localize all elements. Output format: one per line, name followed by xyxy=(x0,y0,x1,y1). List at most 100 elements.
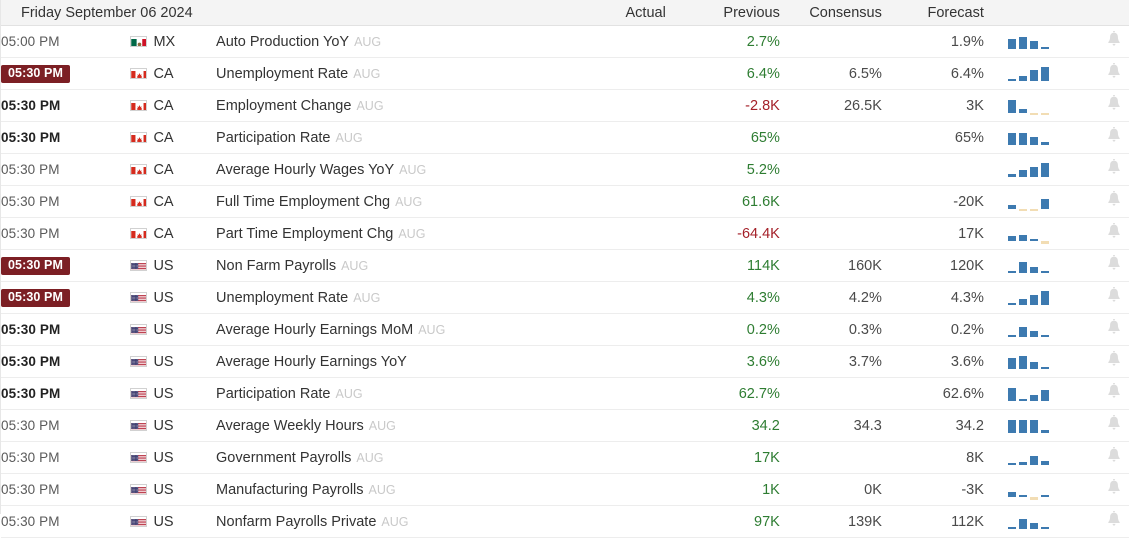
calendar-event-row[interactable]: 05:30 PM US Average Hourly Earnings YoY 3.6… xyxy=(1,345,1129,378)
bell-icon[interactable] xyxy=(1107,287,1121,303)
calendar-event-row[interactable]: 05:30 PM CA Participation Rate AUG 65% 65% xyxy=(1,121,1129,154)
bell-icon[interactable] xyxy=(1107,159,1121,175)
event-previous[interactable]: 5.2% xyxy=(687,153,790,186)
event-country-cell[interactable]: US xyxy=(130,505,217,538)
event-chart-cell[interactable] xyxy=(993,473,1099,506)
calendar-event-row[interactable]: 05:30 PM CA Part Time Employment Chg AUG -64… xyxy=(1,217,1129,250)
event-alert-cell[interactable] xyxy=(1098,377,1129,410)
event-alert-cell[interactable] xyxy=(1098,249,1129,282)
event-chart-cell[interactable] xyxy=(993,377,1099,410)
calendar-event-row[interactable]: 05:30 PM US Nonfarm Payrolls Private AUG 97K… xyxy=(1,505,1129,538)
event-name-cell[interactable]: Nonfarm Payrolls Private AUG xyxy=(216,505,590,538)
event-name-cell[interactable]: Unemployment Rate AUG xyxy=(216,57,590,90)
event-chart-cell[interactable] xyxy=(993,185,1099,218)
column-header-actual[interactable]: Actual xyxy=(589,0,688,26)
event-chart-cell[interactable] xyxy=(993,217,1099,250)
event-previous[interactable]: 34.2 xyxy=(687,409,790,442)
event-name-cell[interactable]: Participation Rate AUG xyxy=(216,377,590,410)
calendar-event-row[interactable]: 05:30 PM US Participation Rate AUG 62.7% 62.6… xyxy=(1,377,1129,410)
event-country-cell[interactable]: CA xyxy=(130,121,217,154)
calendar-event-row[interactable]: 05:30 PM US Average Weekly Hours AUG 34.2 34.… xyxy=(1,409,1129,442)
event-alert-cell[interactable] xyxy=(1098,505,1129,538)
event-previous[interactable]: -64.4K xyxy=(687,217,790,250)
event-alert-cell[interactable] xyxy=(1098,121,1129,154)
event-chart-cell[interactable] xyxy=(993,89,1099,122)
event-previous[interactable]: 0.2% xyxy=(687,313,790,346)
bell-icon[interactable] xyxy=(1107,95,1121,111)
bell-icon[interactable] xyxy=(1107,383,1121,399)
event-chart-cell[interactable] xyxy=(993,345,1099,378)
event-country-cell[interactable]: CA xyxy=(130,89,217,122)
event-previous[interactable]: 3.6% xyxy=(687,345,790,378)
calendar-event-row[interactable]: 05:30 PM CA Employment Change AUG -2.8K 26.5K… xyxy=(1,89,1129,122)
event-name-cell[interactable]: Non Farm Payrolls AUG xyxy=(216,249,590,282)
bell-icon[interactable] xyxy=(1107,191,1121,207)
event-previous[interactable]: 97K xyxy=(687,505,790,538)
event-previous[interactable]: 4.3% xyxy=(687,281,790,314)
column-header-previous[interactable]: Previous xyxy=(687,0,790,26)
bell-icon[interactable] xyxy=(1107,127,1121,143)
event-name-cell[interactable]: Average Weekly Hours AUG xyxy=(216,409,590,442)
event-name-cell[interactable]: Unemployment Rate AUG xyxy=(216,281,590,314)
calendar-event-row[interactable]: 05:00 PM MX Auto Production YoY AUG 2.7% 1.9% xyxy=(1,25,1129,58)
event-name-cell[interactable]: Full Time Employment Chg AUG xyxy=(216,185,590,218)
event-country-cell[interactable]: CA xyxy=(130,57,217,90)
event-chart-cell[interactable] xyxy=(993,313,1099,346)
event-chart-cell[interactable] xyxy=(993,121,1099,154)
event-alert-cell[interactable] xyxy=(1098,281,1129,314)
event-name-cell[interactable]: Employment Change AUG xyxy=(216,89,590,122)
column-header-forecast[interactable]: Forecast xyxy=(891,0,994,26)
event-country-cell[interactable]: MX xyxy=(130,25,217,58)
event-chart-cell[interactable] xyxy=(993,441,1099,474)
event-name-cell[interactable]: Participation Rate AUG xyxy=(216,121,590,154)
event-country-cell[interactable]: CA xyxy=(130,153,217,186)
event-chart-cell[interactable] xyxy=(993,249,1099,282)
bell-icon[interactable] xyxy=(1107,351,1121,367)
event-country-cell[interactable]: US xyxy=(130,441,217,474)
event-alert-cell[interactable] xyxy=(1098,313,1129,346)
event-previous[interactable]: 1K xyxy=(687,473,790,506)
calendar-event-row[interactable]: 05:30 PM US Average Hourly Earnings MoM AUG… xyxy=(1,313,1129,346)
calendar-event-row[interactable]: 05:30 PM US Non Farm Payrolls AUG 114K 160K 12… xyxy=(1,249,1129,282)
event-country-cell[interactable]: US xyxy=(130,249,217,282)
calendar-event-row[interactable]: 05:30 PM CA Unemployment Rate AUG 6.4% 6.5% 6.… xyxy=(1,57,1129,90)
bell-icon[interactable] xyxy=(1107,223,1121,239)
event-previous[interactable]: 17K xyxy=(687,441,790,474)
event-previous[interactable]: 62.7% xyxy=(687,377,790,410)
bell-icon[interactable] xyxy=(1107,447,1121,463)
event-country-cell[interactable]: CA xyxy=(130,185,217,218)
event-name-cell[interactable]: Average Hourly Wages YoY AUG xyxy=(216,153,590,186)
bell-icon[interactable] xyxy=(1107,511,1121,527)
event-name-cell[interactable]: Auto Production YoY AUG xyxy=(216,25,590,58)
event-alert-cell[interactable] xyxy=(1098,409,1129,442)
calendar-event-row[interactable]: 05:30 PM US Manufacturing Payrolls AUG 1K 0K -… xyxy=(1,473,1129,506)
column-header-consensus[interactable]: Consensus xyxy=(789,0,892,26)
event-name-cell[interactable]: Government Payrolls AUG xyxy=(216,441,590,474)
event-chart-cell[interactable] xyxy=(993,153,1099,186)
event-country-cell[interactable]: US xyxy=(130,313,217,346)
event-chart-cell[interactable] xyxy=(993,25,1099,58)
event-previous[interactable]: 61.6K xyxy=(687,185,790,218)
event-alert-cell[interactable] xyxy=(1098,217,1129,250)
event-country-cell[interactable]: US xyxy=(130,473,217,506)
event-previous[interactable]: 2.7% xyxy=(687,25,790,58)
event-chart-cell[interactable] xyxy=(993,57,1099,90)
event-alert-cell[interactable] xyxy=(1098,89,1129,122)
calendar-event-row[interactable]: 05:30 PM CA Average Hourly Wages YoY AUG 5.2… xyxy=(1,153,1129,186)
event-name-cell[interactable]: Manufacturing Payrolls AUG xyxy=(216,473,590,506)
event-alert-cell[interactable] xyxy=(1098,473,1129,506)
calendar-event-row[interactable]: 05:30 PM CA Full Time Employment Chg AUG 61.… xyxy=(1,185,1129,218)
event-previous[interactable]: -2.8K xyxy=(687,89,790,122)
calendar-event-row[interactable]: 05:30 PM US Government Payrolls AUG 17K 8K xyxy=(1,441,1129,474)
event-country-cell[interactable]: CA xyxy=(130,217,217,250)
event-previous[interactable]: 6.4% xyxy=(687,57,790,90)
bell-icon[interactable] xyxy=(1107,31,1121,47)
bell-icon[interactable] xyxy=(1107,415,1121,431)
event-name-cell[interactable]: Average Hourly Earnings MoM AUG xyxy=(216,313,590,346)
bell-icon[interactable] xyxy=(1107,63,1121,79)
event-alert-cell[interactable] xyxy=(1098,25,1129,58)
event-country-cell[interactable]: US xyxy=(130,345,217,378)
event-chart-cell[interactable] xyxy=(993,409,1099,442)
event-previous[interactable]: 114K xyxy=(687,249,790,282)
bell-icon[interactable] xyxy=(1107,319,1121,335)
